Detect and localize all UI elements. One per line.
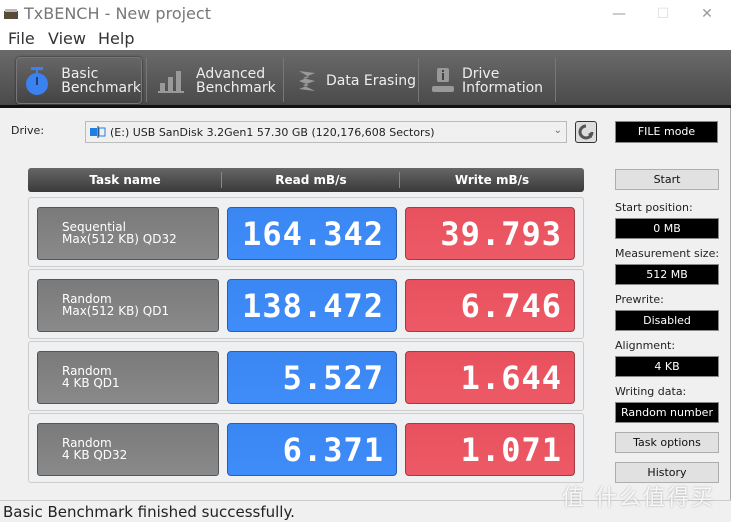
header-read: Read mB/s [275, 173, 347, 187]
header-write: Write mB/s [454, 173, 530, 187]
prewrite-value[interactable]: Disabled [615, 310, 719, 331]
usb-drive-icon [90, 126, 106, 138]
write-value: 1.071 [405, 423, 575, 476]
read-value: 5.527 [227, 351, 397, 404]
read-value: 164.342 [227, 207, 397, 260]
toolbar: Basic Benchmark Advanced Benchmark Data Er… [0, 50, 731, 108]
task-name-line2: Max(512 KB) QD32 [62, 232, 177, 246]
tab-drive-information[interactable]: Drive Information [428, 57, 554, 104]
drive-label: Drive: [11, 124, 45, 137]
eraser-icon [292, 66, 322, 96]
writing-data-value[interactable]: Random number [615, 402, 719, 423]
refresh-button[interactable] [575, 121, 597, 143]
write-value: 39.793 [405, 207, 575, 260]
tab-data-erasing[interactable]: Data Erasing [292, 57, 418, 104]
result-row: Random 4 KB QD32 6.371 1.071 [28, 413, 584, 483]
tab-label-line2: Information [462, 79, 544, 96]
task-button[interactable]: Random 4 KB QD1 [37, 351, 219, 404]
start-position-label: Start position: [615, 201, 693, 214]
toolbar-divider [283, 58, 284, 102]
toolbar-divider [418, 58, 419, 102]
read-value: 6.371 [227, 423, 397, 476]
refresh-icon [578, 124, 594, 140]
alignment-value[interactable]: 4 KB [615, 356, 719, 377]
menu-view[interactable]: View [48, 29, 86, 48]
window-title: TxBENCH - New project [24, 4, 211, 23]
drive-select[interactable]: (E:) USB SanDisk 3.2Gen1 57.30 GB (120,1… [85, 121, 567, 143]
minimize-button[interactable]: — [596, 0, 642, 28]
file-mode-indicator: FILE mode [615, 121, 718, 143]
start-button[interactable]: Start [615, 169, 719, 190]
close-button[interactable]: ✕ [684, 0, 730, 28]
drive-info-icon [428, 66, 458, 96]
drive-select-value: (E:) USB SanDisk 3.2Gen1 57.30 GB (120,1… [110, 125, 435, 139]
task-name-line2: Max(512 KB) QD1 [62, 304, 170, 318]
menu-bar: File View Help [0, 28, 731, 50]
write-value: 1.644 [405, 351, 575, 404]
result-row: Sequential Max(512 KB) QD32 164.342 39.79… [28, 197, 584, 267]
txbench-window: TxBENCH - New project — ☐ ✕ File View He… [0, 0, 731, 522]
toolbar-divider [146, 58, 147, 102]
task-name-line2: 4 KB QD1 [62, 376, 120, 390]
writing-data-label: Writing data: [615, 385, 687, 398]
watermark: 值 什么值得买 [562, 486, 715, 511]
menu-file[interactable]: File [8, 29, 35, 48]
title-bar: TxBENCH - New project — ☐ ✕ [0, 0, 731, 28]
measurement-size-value[interactable]: 512 MB [615, 264, 719, 285]
result-row: Random 4 KB QD1 5.527 1.644 [28, 341, 584, 411]
task-button[interactable]: Sequential Max(512 KB) QD32 [37, 207, 219, 260]
maximize-button[interactable]: ☐ [640, 0, 686, 28]
stopwatch-icon [23, 66, 51, 96]
measurement-size-label: Measurement size: [615, 247, 720, 260]
menu-help[interactable]: Help [98, 29, 134, 48]
task-name-line2: 4 KB QD32 [62, 448, 128, 462]
task-button[interactable]: Random Max(512 KB) QD1 [37, 279, 219, 332]
results-header: Task name Read mB/s Write mB/s [28, 168, 584, 192]
app-icon [4, 9, 18, 19]
result-row: Random Max(512 KB) QD1 138.472 6.746 [28, 269, 584, 339]
tab-label-line2: Benchmark [196, 79, 276, 96]
tab-basic-benchmark[interactable]: Basic Benchmark [16, 57, 142, 104]
tab-label-line1: Data Erasing [326, 72, 417, 89]
read-value: 138.472 [227, 279, 397, 332]
alignment-label: Alignment: [615, 339, 676, 352]
task-button[interactable]: Random 4 KB QD32 [37, 423, 219, 476]
tab-label-line2: Benchmark [61, 79, 141, 96]
tab-advanced-benchmark[interactable]: Advanced Benchmark [156, 57, 282, 104]
status-text: Basic Benchmark finished successfully. [3, 503, 295, 521]
write-value: 6.746 [405, 279, 575, 332]
header-task-name: Task name [89, 173, 161, 187]
task-options-button[interactable]: Task options [615, 432, 719, 453]
bar-chart-icon [156, 66, 186, 96]
toolbar-divider [555, 58, 556, 102]
prewrite-label: Prewrite: [615, 293, 664, 306]
start-position-value[interactable]: 0 MB [615, 218, 719, 239]
chevron-down-icon: ⌄ [553, 125, 562, 136]
